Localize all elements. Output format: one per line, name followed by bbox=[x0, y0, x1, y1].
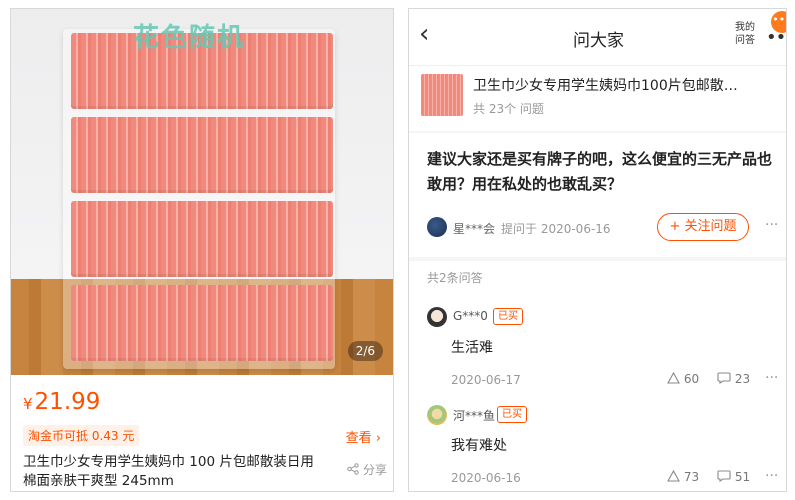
like-button[interactable]: 60 bbox=[667, 371, 700, 386]
product-detail-panel: 花色随机 2/6 ¥21.99 淘金币可抵 0.43 元 查看 › 卫生巾少女专… bbox=[10, 8, 394, 492]
answer-more-icon[interactable]: ··· bbox=[765, 370, 778, 386]
thumbs-up-icon bbox=[667, 469, 680, 482]
pad-row bbox=[71, 201, 333, 277]
answer-date: 2020-06-16 bbox=[451, 471, 521, 485]
comment-icon bbox=[717, 372, 731, 385]
avatar bbox=[427, 405, 447, 425]
comment-count: 23 bbox=[734, 372, 751, 386]
image-watermark: 花色随机 bbox=[133, 23, 246, 53]
comment-icon bbox=[717, 470, 731, 483]
product-summary-title: 卫生巾少女专用学生姨妈巾100片包邮散… bbox=[473, 78, 738, 94]
comment-count: 51 bbox=[734, 470, 751, 484]
bought-badge: 已买 bbox=[493, 308, 523, 325]
bought-badge: 已买 bbox=[497, 406, 527, 423]
product-info: ¥21.99 淘金币可抵 0.43 元 查看 › 卫生巾少女专用学生姨妈巾 10… bbox=[11, 375, 393, 491]
like-count: 73 bbox=[683, 470, 700, 484]
answer-date: 2020-06-17 bbox=[451, 373, 521, 387]
product-image[interactable]: 花色随机 2/6 bbox=[11, 9, 393, 375]
answers-count: 共2条问答 bbox=[427, 271, 483, 285]
like-button[interactable]: 73 bbox=[667, 469, 700, 484]
more-menu-icon[interactable]: ••• bbox=[766, 27, 786, 48]
pad-row bbox=[71, 117, 333, 193]
avatar bbox=[427, 217, 447, 237]
view-more-link[interactable]: 查看 › bbox=[346, 427, 381, 446]
product-summary[interactable]: 卫生巾少女专用学生姨妈巾100片包邮散… 共 23个 问题 bbox=[409, 65, 786, 131]
price-value: 21.99 bbox=[34, 389, 101, 415]
question-card: 建议大家还是买有牌子的吧，这么便宜的三无产品也敢用？用在私处的也敢乱买？ 星**… bbox=[409, 133, 786, 257]
answerer-name: 河***鱼 bbox=[453, 409, 496, 423]
price-currency: ¥ bbox=[23, 395, 33, 413]
share-button[interactable]: 分享 bbox=[347, 461, 387, 478]
share-icon bbox=[347, 463, 359, 475]
image-counter: 2/6 bbox=[347, 341, 383, 361]
answer-text: 生活难 bbox=[451, 340, 493, 356]
comment-button[interactable]: 23 bbox=[717, 372, 750, 386]
answer-more-icon[interactable]: ··· bbox=[765, 468, 778, 484]
like-count: 60 bbox=[683, 372, 700, 386]
avatar bbox=[427, 307, 447, 327]
comment-button[interactable]: 51 bbox=[717, 470, 750, 484]
nav-bar: ‹ 问大家 我的问答 ••• ••• bbox=[409, 9, 786, 65]
share-label: 分享 bbox=[362, 463, 387, 477]
answer-item: 河***鱼 已买 我有难处 2020-06-16 73 51 ··· bbox=[409, 405, 786, 491]
question-more-icon[interactable]: ··· bbox=[765, 217, 778, 233]
pad-row bbox=[71, 285, 333, 361]
follow-question-button[interactable]: + 关注问题 bbox=[657, 213, 749, 241]
answerer-name: G***0 bbox=[453, 309, 488, 323]
product-thumbnail bbox=[421, 74, 463, 116]
thumbs-up-icon bbox=[667, 371, 680, 384]
page-title: 问大家 bbox=[573, 31, 624, 51]
screenshot-composite: 花色随机 2/6 ¥21.99 淘金币可抵 0.43 元 查看 › 卫生巾少女专… bbox=[0, 0, 795, 500]
answers-section: 共2条问答 G***0 已买 生活难 2020-06-17 60 23 ··· bbox=[409, 261, 786, 491]
coin-coupon-tag: 淘金币可抵 0.43 元 bbox=[23, 425, 140, 446]
answer-text: 我有难处 bbox=[451, 438, 507, 454]
asker-name: 星***会 bbox=[453, 222, 496, 236]
question-count: 共 23个 问题 bbox=[473, 102, 544, 116]
qa-panel: ‹ 问大家 我的问答 ••• ••• 卫生巾少女专用学生姨妈巾100片包邮散… … bbox=[408, 8, 787, 492]
my-qa-button[interactable]: 我的问答 bbox=[735, 21, 761, 47]
answer-item: G***0 已买 生活难 2020-06-17 60 23 ··· bbox=[409, 307, 786, 403]
product-title: 卫生巾少女专用学生姨妈巾 100 片包邮散装日用棉面亲肤干爽型 245mm bbox=[23, 454, 314, 489]
pads-stack bbox=[71, 33, 333, 365]
price: ¥21.99 bbox=[23, 389, 100, 415]
question-text: 建议大家还是买有牌子的吧，这么便宜的三无产品也敢用？用在私处的也敢乱买？ bbox=[427, 150, 773, 193]
asked-date: 提问于 2020-06-16 bbox=[501, 222, 611, 236]
